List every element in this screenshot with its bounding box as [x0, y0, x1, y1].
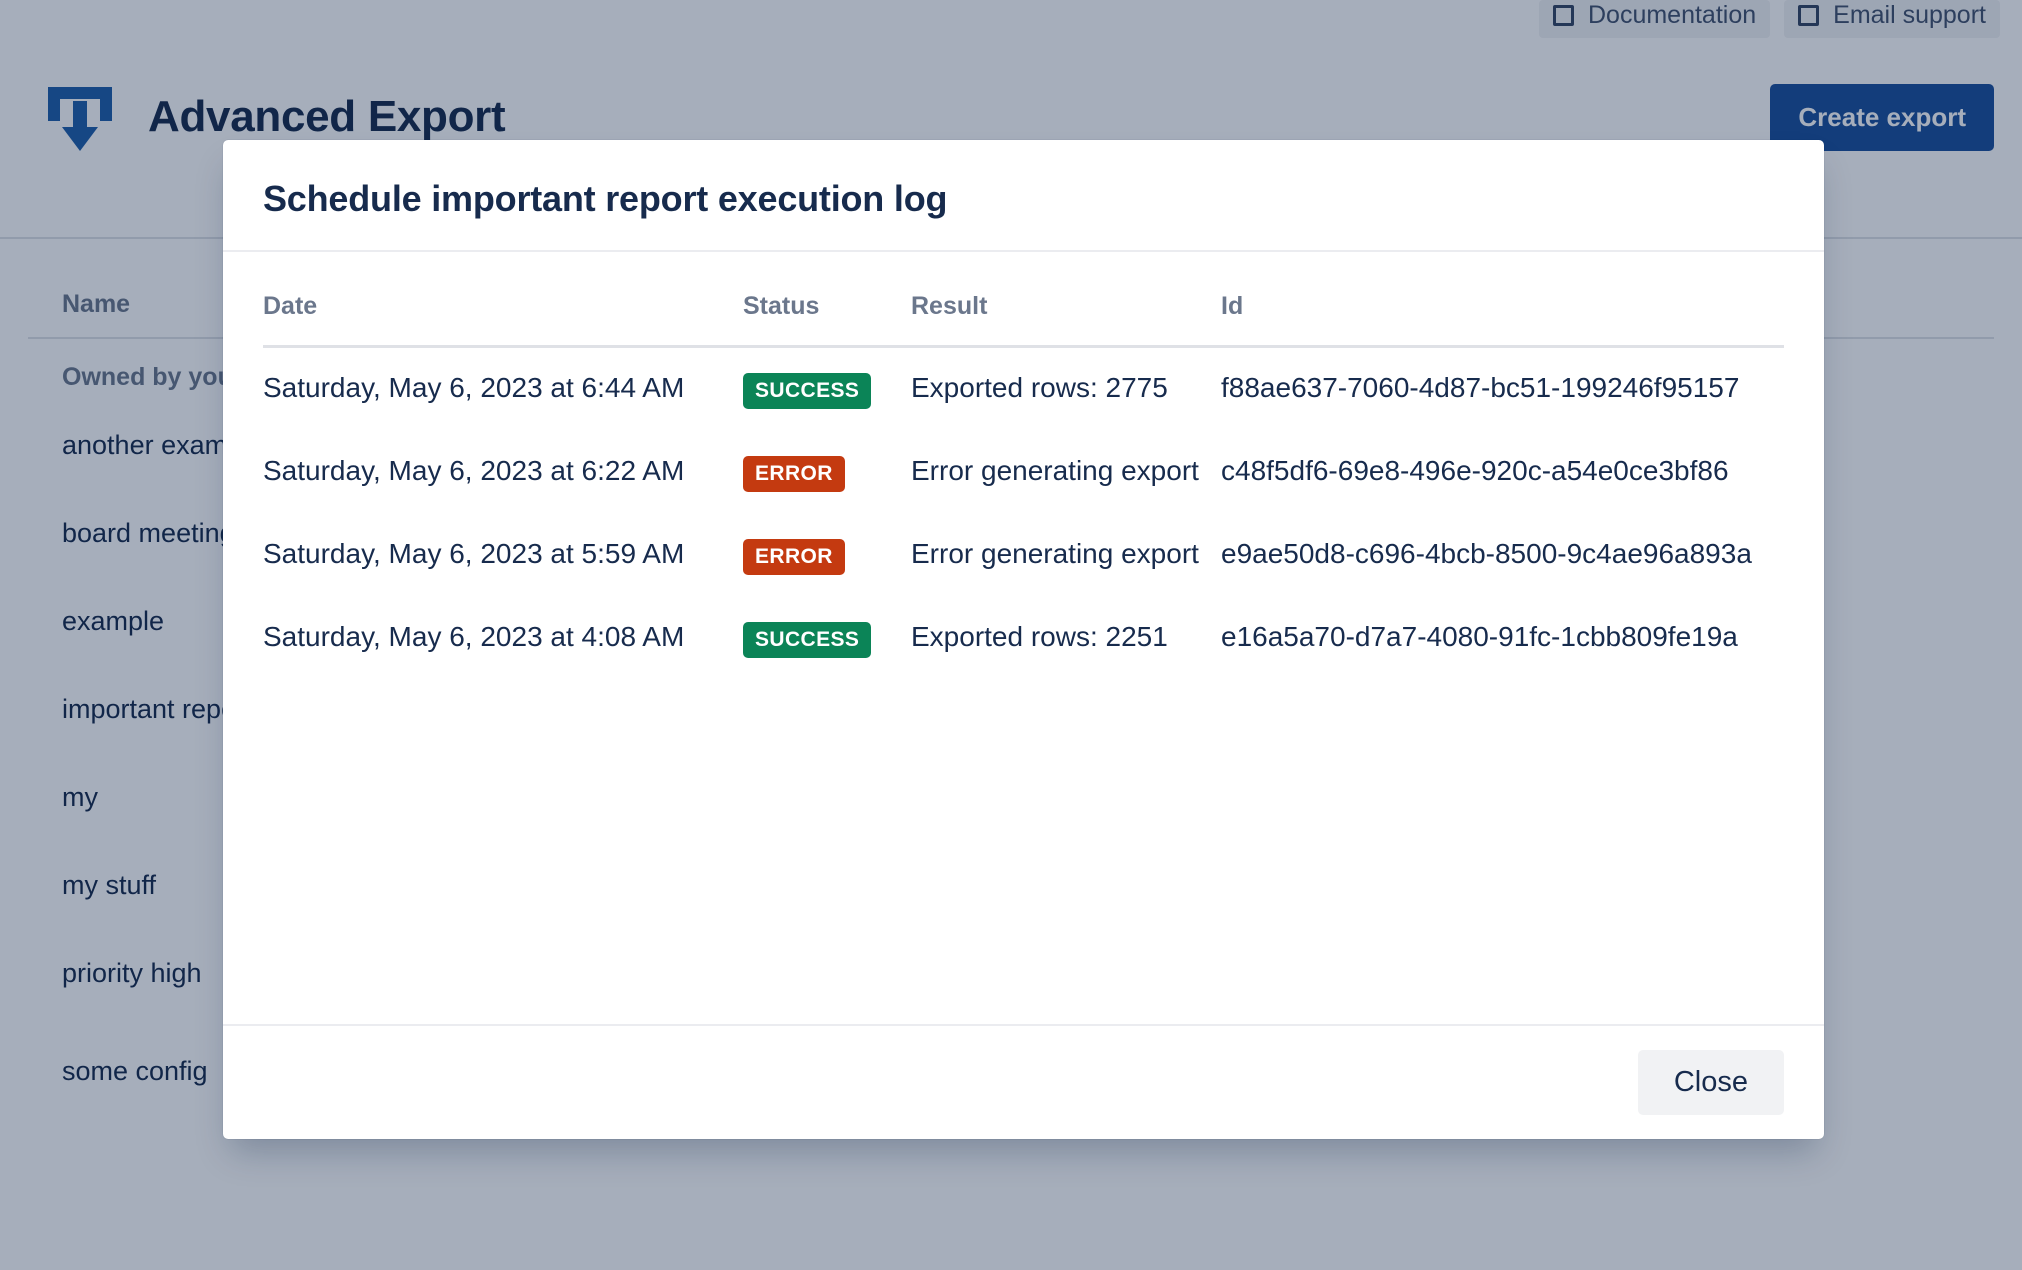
- execution-log-row: Saturday, May 6, 2023 at 4:08 AM SUCCESS E…: [263, 597, 1784, 680]
- dialog-footer: Close: [223, 1024, 1824, 1139]
- dialog-body: Date Status Result Id Saturday, May 6, 2…: [223, 252, 1824, 1024]
- log-id: c48f5df6-69e8-496e-920c-a54e0ce3bf86: [1221, 455, 1729, 486]
- column-header-id: Id: [1221, 292, 1784, 348]
- log-status-cell: ERROR: [743, 514, 911, 597]
- log-result: Exported rows: 2775: [911, 372, 1168, 403]
- status-badge: ERROR: [743, 456, 845, 492]
- log-date: Saturday, May 6, 2023 at 4:08 AM: [263, 621, 685, 652]
- execution-log-tbody: Saturday, May 6, 2023 at 6:44 AM SUCCESS E…: [263, 347, 1784, 681]
- status-badge: SUCCESS: [743, 373, 872, 409]
- log-id: e16a5a70-d7a7-4080-91fc-1cbb809fe19a: [1221, 621, 1738, 652]
- log-date: Saturday, May 6, 2023 at 6:44 AM: [263, 372, 685, 403]
- column-header-date: Date: [263, 292, 743, 348]
- column-header-status: Status: [743, 292, 911, 348]
- execution-log-row: Saturday, May 6, 2023 at 5:59 AM ERROR Err…: [263, 514, 1784, 597]
- execution-log-thead: Date Status Result Id: [263, 292, 1784, 348]
- close-button[interactable]: Close: [1637, 1050, 1784, 1115]
- dialog-title: Schedule important report execution log: [263, 178, 948, 219]
- execution-log-row: Saturday, May 6, 2023 at 6:44 AM SUCCESS E…: [263, 347, 1784, 432]
- execution-log-row: Saturday, May 6, 2023 at 6:22 AM ERROR Err…: [263, 431, 1784, 514]
- dialog-header: Schedule important report execution log: [223, 140, 1824, 252]
- log-status-cell: SUCCESS: [743, 597, 911, 680]
- log-result: Error generating export: [911, 455, 1199, 486]
- log-status-cell: SUCCESS: [743, 347, 911, 432]
- column-header-result: Result: [911, 292, 1221, 348]
- log-status-cell: ERROR: [743, 431, 911, 514]
- execution-log-header-row: Date Status Result Id: [263, 292, 1784, 348]
- execution-log-dialog: Schedule important report execution log …: [223, 140, 1824, 1139]
- log-result: Error generating export: [911, 538, 1199, 569]
- log-id: f88ae637-7060-4d87-bc51-199246f95157: [1221, 372, 1740, 403]
- execution-log-table: Date Status Result Id Saturday, May 6, 2…: [263, 292, 1784, 680]
- status-badge: ERROR: [743, 539, 845, 575]
- status-badge: SUCCESS: [743, 622, 872, 658]
- log-result: Exported rows: 2251: [911, 621, 1168, 652]
- log-date: Saturday, May 6, 2023 at 5:59 AM: [263, 538, 685, 569]
- log-date: Saturday, May 6, 2023 at 6:22 AM: [263, 455, 685, 486]
- log-id: e9ae50d8-c696-4bcb-8500-9c4ae96a893a: [1221, 538, 1752, 569]
